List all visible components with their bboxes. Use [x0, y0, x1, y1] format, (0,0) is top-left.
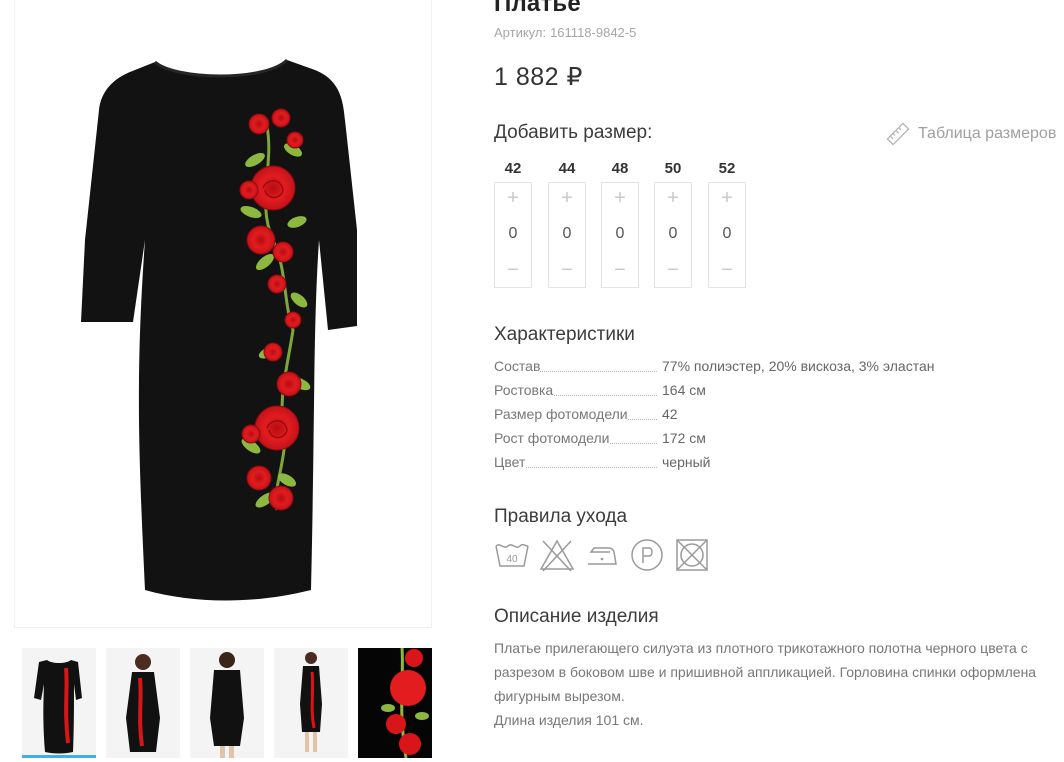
characteristic-row: Ростовка 164 см — [494, 380, 954, 404]
size-label: 42 — [504, 160, 522, 177]
quantity-value[interactable]: 0 — [669, 225, 678, 243]
size-selector: 42 + 0 − 44 + 0 − 48 + 0 − 50 + 0 − 52 +… — [494, 160, 764, 292]
quantity-value[interactable]: 0 — [509, 225, 518, 243]
increment-button[interactable]: + — [667, 187, 679, 209]
increment-button[interactable]: + — [507, 187, 519, 209]
product-description: Платье прилегающего силуэта из плотного … — [494, 636, 1054, 732]
characteristic-row: Рост фотомодели 172 см — [494, 428, 954, 452]
decrement-button[interactable]: − — [507, 259, 519, 281]
low-iron-icon — [588, 547, 617, 565]
description-heading: Описание изделия — [494, 606, 659, 627]
characteristic-value: 42 — [662, 406, 678, 422]
no-bleach-icon — [539, 539, 575, 572]
thumbnail-embroidery-closeup-image — [381, 648, 429, 758]
thumbnail-model-full-image — [300, 652, 322, 752]
product-price: 1 882 ₽ — [494, 63, 583, 91]
main-product-photo[interactable] — [14, 0, 432, 628]
ruler-icon — [886, 122, 910, 146]
quantity-stepper: + 0 − — [601, 182, 639, 288]
characteristic-value: 77% полиэстер, 20% вискоза, 3% эластан — [662, 358, 935, 374]
characteristics-list: Состав 77% полиэстер, 20% вискоза, 3% эл… — [494, 356, 954, 476]
characteristic-value: 172 см — [662, 430, 706, 446]
characteristic-value: 164 см — [662, 382, 706, 398]
quantity-stepper: + 0 − — [548, 182, 586, 288]
description-line: Платье прилегающего силуэта из плотного … — [494, 640, 1028, 656]
characteristic-key: Размер фотомодели — [494, 406, 628, 422]
thumbnail-model-full[interactable] — [274, 648, 348, 758]
thumbnail-model-front-image — [126, 654, 160, 752]
size-label: 48 — [611, 160, 629, 177]
add-size-heading: Добавить размер: — [494, 122, 653, 143]
size-label: 44 — [558, 160, 576, 177]
product-sku: Артикул: 161118-9842-5 — [494, 25, 636, 40]
quantity-value[interactable]: 0 — [723, 225, 732, 243]
product-title: Платье — [494, 0, 581, 17]
quantity-value[interactable]: 0 — [616, 225, 625, 243]
description-line: разрезом в боковом шве и пришивной аппли… — [494, 664, 1037, 680]
wash-40-icon: 40 — [495, 543, 529, 567]
size-table-label: Таблица размеров — [918, 125, 1057, 142]
decrement-button[interactable]: − — [667, 259, 679, 281]
characteristic-key: Цвет — [494, 454, 526, 470]
thumbnail-model-back-image — [210, 652, 244, 758]
size-option-42: 42 + 0 − — [494, 160, 532, 288]
no-tumble-dry-icon — [676, 539, 708, 571]
size-table-link[interactable]: Таблица размеров — [886, 122, 1056, 146]
size-label: 52 — [718, 160, 736, 177]
characteristic-row: Размер фотомодели 42 — [494, 404, 954, 428]
thumbnail-strip — [22, 648, 442, 762]
size-option-52: 52 + 0 − — [708, 160, 746, 288]
quantity-value[interactable]: 0 — [563, 225, 572, 243]
thumbnail-model-back[interactable] — [190, 648, 264, 758]
quantity-stepper: + 0 − — [494, 182, 532, 288]
care-icons: 40 — [494, 538, 719, 572]
decrement-button[interactable]: − — [721, 259, 733, 281]
decrement-button[interactable]: − — [561, 259, 573, 281]
size-option-50: 50 + 0 − — [654, 160, 692, 288]
thumbnail-embroidery-closeup[interactable] — [358, 648, 432, 758]
sku-label: Артикул: — [494, 25, 547, 40]
decrement-button[interactable]: − — [614, 259, 626, 281]
dress-image — [81, 58, 357, 601]
sku-value: 161118-9842-5 — [550, 25, 637, 40]
increment-button[interactable]: + — [561, 187, 573, 209]
wash-temperature: 40 — [506, 554, 518, 565]
size-label: 50 — [664, 160, 682, 177]
description-line: Длина изделия 101 см. — [494, 712, 644, 728]
description-line: фигурным вырезом. — [494, 688, 625, 704]
characteristics-heading: Характеристики — [494, 324, 635, 345]
increment-button[interactable]: + — [614, 187, 626, 209]
characteristic-row: Цвет черный — [494, 452, 954, 476]
thumbnail-dress-front[interactable] — [22, 648, 96, 758]
thumbnail-dress-front-image — [34, 660, 82, 754]
increment-button[interactable]: + — [721, 187, 733, 209]
care-heading: Правила ухода — [494, 506, 628, 527]
characteristic-key: Состав — [494, 358, 541, 374]
characteristic-key: Рост фотомодели — [494, 430, 610, 446]
quantity-stepper: + 0 − — [708, 182, 746, 288]
size-option-48: 48 + 0 − — [601, 160, 639, 288]
thumbnail-model-front[interactable] — [106, 648, 180, 758]
size-option-44: 44 + 0 − — [548, 160, 586, 288]
quantity-stepper: + 0 − — [654, 182, 692, 288]
characteristic-key: Ростовка — [494, 382, 554, 398]
dry-clean-p-icon — [631, 539, 663, 571]
characteristic-value: черный — [662, 454, 711, 470]
characteristic-row: Состав 77% полиэстер, 20% вискоза, 3% эл… — [494, 356, 954, 380]
